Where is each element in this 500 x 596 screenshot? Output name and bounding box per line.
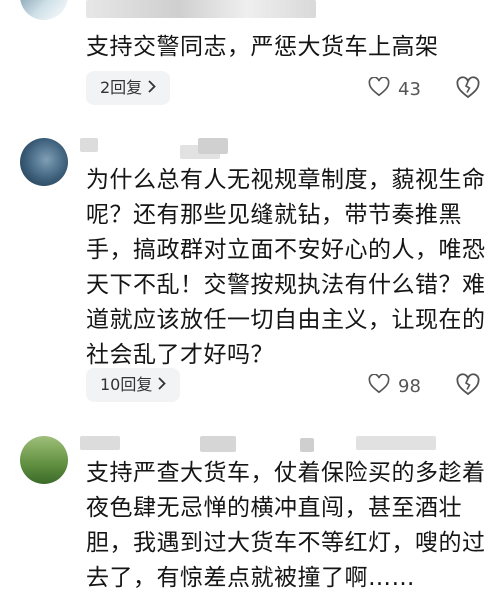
- username-blurred: [300, 438, 314, 452]
- comment-text: 为什么总有人无视规章制度，藐视生命呢？还有那些见缝就钻，带节奏推黑手，搞政群对立…: [86, 167, 486, 368]
- heart-outline-icon: [368, 76, 390, 102]
- replies-button[interactable]: 2回复: [86, 71, 171, 105]
- broken-heart-icon[interactable]: [456, 76, 480, 100]
- like-count: 43: [398, 79, 421, 100]
- username-blurred: [80, 138, 98, 152]
- replies-label: 10回复: [100, 375, 153, 394]
- avatar[interactable]: [20, 138, 68, 186]
- avatar[interactable]: [20, 0, 68, 20]
- username-blurred: [86, 0, 316, 18]
- comment-3: 支持严查大货车，仗着保险买的多趁着夜色肆无忌惮的横冲直闯，甚至酒壮胆，我遇到过大…: [0, 430, 500, 591]
- chevron-right-icon: [158, 368, 167, 402]
- comment-2: 为什么总有人无视规章制度，藐视生命呢？还有那些见缝就钻，带节奏推黑手，搞政群对立…: [0, 130, 500, 410]
- comment-text: 支持严查大货车，仗着保险买的多趁着夜色肆无忌惮的横冲直闯，甚至酒壮胆，我遇到过大…: [86, 460, 486, 591]
- username-blurred: [200, 436, 236, 452]
- avatar[interactable]: [20, 436, 68, 484]
- heart-outline-icon: [368, 373, 390, 399]
- comment-1: 支持交警同志，严惩大货车上高架 2回复 43: [0, 0, 500, 120]
- replies-label: 2回复: [100, 78, 143, 97]
- like-button[interactable]: 98: [368, 373, 421, 399]
- broken-heart-icon[interactable]: [456, 373, 480, 397]
- replies-button[interactable]: 10回复: [86, 368, 181, 402]
- like-count: 98: [398, 376, 421, 397]
- username-blurred: [356, 436, 436, 450]
- username-blurred: [80, 436, 120, 450]
- username-blurred: [198, 138, 228, 154]
- chevron-right-icon: [148, 71, 156, 105]
- comment-text: 支持交警同志，严惩大货车上高架: [86, 34, 439, 60]
- like-button[interactable]: 43: [368, 76, 421, 102]
